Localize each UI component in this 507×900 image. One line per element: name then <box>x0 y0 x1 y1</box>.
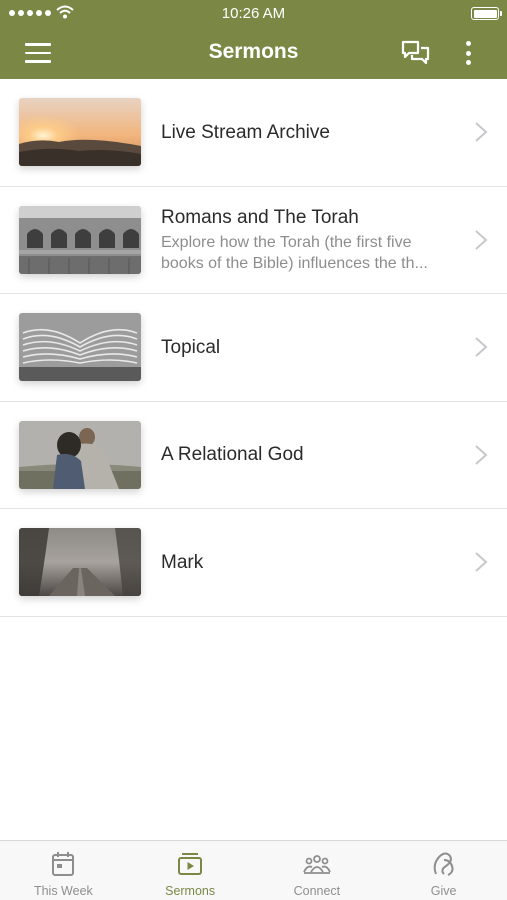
calendar-icon <box>52 852 75 876</box>
battery-icon <box>471 7 502 20</box>
sermon-row-romans-and-the-torah[interactable]: Romans and The Torah Explore how the Tor… <box>0 186 507 294</box>
tab-label: This Week <box>33 884 93 898</box>
tab-give[interactable]: Give <box>380 841 507 900</box>
sermon-thumbnail <box>19 98 141 166</box>
app-header: 10:26 AM Sermons <box>0 0 507 79</box>
sunset-image <box>19 98 141 166</box>
chevron-right-icon <box>475 229 488 250</box>
chevron-right-icon <box>475 337 488 357</box>
sermon-title: Live Stream Archive <box>161 121 330 143</box>
tab-bar: This Week Sermons Connect Give <box>0 840 507 900</box>
sermon-title: Romans and The Torah <box>161 206 359 228</box>
couple-image <box>19 420 141 489</box>
sermon-row-a-relational-god[interactable]: A Relational God <box>0 401 507 509</box>
tab-sermons[interactable]: Sermons <box>127 841 254 900</box>
more-vertical-icon <box>466 41 471 46</box>
play-video-icon <box>178 853 203 875</box>
open-book-image <box>19 313 141 381</box>
chat-bubbles-icon <box>401 40 430 65</box>
tab-label: Give <box>430 884 457 898</box>
status-time: 10:26 AM <box>221 5 286 22</box>
foggy-road-image <box>19 528 141 596</box>
more-options-button[interactable] <box>455 38 481 68</box>
sermon-list: Live Stream Archive Romans and The Torah… <box>0 79 507 617</box>
sermon-thumbnail <box>19 420 141 489</box>
tab-this-week[interactable]: This Week <box>0 841 127 900</box>
sermon-description: Explore how the Torah (the first five bo… <box>161 233 428 272</box>
sermon-row-live-stream-archive[interactable]: Live Stream Archive <box>0 79 507 187</box>
sermon-title: Topical <box>161 336 221 358</box>
status-bar: 10:26 AM <box>0 0 507 28</box>
sermon-thumbnail <box>19 205 141 274</box>
sermon-row-mark[interactable]: Mark <box>0 509 507 617</box>
chevron-right-icon <box>475 552 488 572</box>
chevron-right-icon <box>475 122 488 142</box>
sermon-thumbnail <box>19 528 141 596</box>
tab-label: Sermons <box>165 884 216 898</box>
chevron-right-icon <box>475 444 488 465</box>
give-icon <box>433 852 454 876</box>
sermon-title: A Relational God <box>161 444 304 465</box>
chat-button[interactable] <box>398 38 432 68</box>
colosseum-image <box>19 205 141 274</box>
sermon-title: Mark <box>161 551 204 573</box>
nav-bar: Sermons <box>0 28 507 79</box>
people-group-icon <box>303 855 331 874</box>
sermon-thumbnail <box>19 313 141 381</box>
sermon-row-topical[interactable]: Topical <box>0 294 507 402</box>
tab-label: Connect <box>293 884 341 898</box>
tab-connect[interactable]: Connect <box>254 841 381 900</box>
